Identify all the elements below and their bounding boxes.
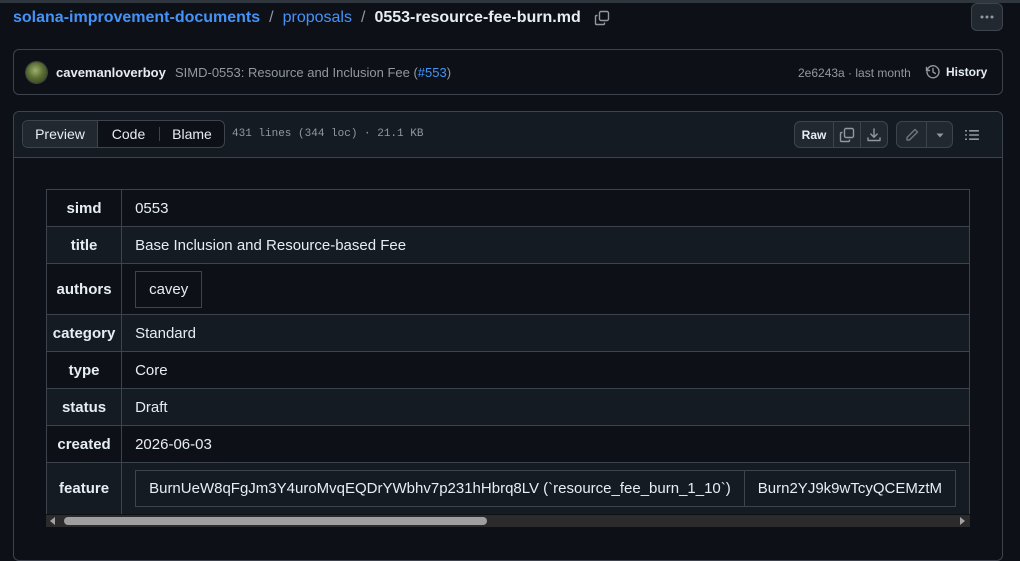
kebab-horizontal-icon: [980, 15, 994, 19]
row-key: type: [46, 351, 123, 389]
history-button[interactable]: History: [925, 64, 987, 80]
triangle-down-icon: [936, 133, 943, 137]
scroll-right-arrow-icon[interactable]: [960, 517, 965, 525]
row-value: Core: [121, 351, 970, 389]
list-unordered-icon: [965, 129, 979, 140]
breadcrumb-separator: /: [360, 9, 366, 26]
tab-blame[interactable]: Blame: [160, 121, 224, 147]
table-row: authors cavey: [46, 263, 970, 315]
file-header: Preview Code Blame 431 lines (344 loc) ·…: [14, 112, 1002, 158]
row-key: created: [46, 425, 123, 463]
latest-commit-bar: cavemanloverboy SIMD-0553: Resource and …: [13, 49, 1003, 95]
authors-inner-table: cavey: [135, 270, 203, 308]
row-value: Base Inclusion and Resource-based Fee: [121, 226, 970, 264]
copy-icon: [594, 10, 609, 26]
breadcrumb: solana-improvement-documents / proposals…: [13, 8, 611, 28]
tab-preview[interactable]: Preview: [23, 121, 98, 147]
metadata-table-container[interactable]: simd 0553 title Base Inclusion and Resou…: [46, 189, 970, 514]
breadcrumb-repo-link[interactable]: solana-improvement-documents: [13, 9, 260, 27]
edit-button-group: [896, 121, 953, 148]
view-mode-toggle: Preview Code Blame: [22, 120, 225, 148]
row-value: Draft: [121, 388, 970, 426]
pencil-icon: [905, 128, 918, 141]
table-row: simd 0553: [46, 189, 970, 227]
commit-meta[interactable]: 2e6243a · last month: [798, 66, 911, 80]
history-label: History: [946, 65, 988, 79]
file-viewer: Preview Code Blame 431 lines (344 loc) ·…: [13, 111, 1003, 561]
feature-id: BurnUeW8qFgJm3Y4uroMvqEQDrYWbhv7p231hHbr…: [135, 470, 745, 507]
copy-path-button[interactable]: [593, 9, 611, 27]
history-icon: [925, 65, 940, 79]
row-key: category: [46, 314, 123, 352]
row-key: authors: [46, 263, 123, 315]
row-key: feature: [46, 462, 123, 514]
breadcrumb-file-name: 0553-resource-fee-burn.md: [374, 9, 581, 26]
feature-inner-table: BurnUeW8qFgJm3Y4uroMvqEQDrYWbhv7p231hHbr…: [135, 470, 957, 507]
breadcrumb-separator: /: [269, 9, 274, 26]
top-border: [0, 0, 1020, 3]
file-info: 431 lines (344 loc) · 21.1 KB: [232, 128, 424, 140]
commit-message[interactable]: SIMD-0553: Resource and Inclusion Fee (#…: [175, 65, 451, 80]
row-value: 2026-06-03: [121, 425, 970, 463]
more-options-button[interactable]: [971, 3, 1003, 31]
table-row: category Standard: [46, 314, 970, 352]
edit-file-button[interactable]: [897, 122, 926, 147]
row-value: Standard: [121, 314, 970, 352]
copy-icon: [839, 127, 855, 142]
edit-dropdown-button[interactable]: [926, 122, 952, 147]
download-button[interactable]: [860, 122, 887, 147]
author-name: cavey: [135, 270, 203, 308]
table-row: feature BurnUeW8qFgJm3Y4uroMvqEQDrYWbhv7…: [46, 462, 970, 514]
pull-request-link[interactable]: #553: [418, 65, 447, 80]
copy-raw-button[interactable]: [833, 122, 860, 147]
scroll-left-arrow-icon[interactable]: [50, 517, 55, 525]
row-value-cell: cavey: [121, 263, 970, 315]
row-value-cell: BurnUeW8qFgJm3Y4uroMvqEQDrYWbhv7p231hHbr…: [121, 462, 970, 514]
row-value: 0553: [121, 189, 970, 227]
raw-label: Raw: [801, 127, 827, 142]
table-row: type Core: [46, 351, 970, 389]
table-row: status Draft: [46, 388, 970, 426]
scrollbar-thumb[interactable]: [64, 517, 487, 525]
table-row: title Base Inclusion and Resource-based …: [46, 226, 970, 264]
feature-id: Burn2YJ9k9wTcyQCEMztM: [743, 470, 957, 507]
outline-button[interactable]: [958, 122, 986, 147]
raw-button[interactable]: Raw: [795, 122, 833, 147]
breadcrumb-folder-link[interactable]: proposals: [283, 9, 352, 27]
commit-message-text: SIMD-0553: Resource and Inclusion Fee (: [175, 65, 418, 80]
row-key: title: [46, 226, 123, 264]
horizontal-scrollbar[interactable]: [46, 515, 970, 527]
table-row: created 2026-06-03: [46, 425, 970, 463]
metadata-table: simd 0553 title Base Inclusion and Resou…: [46, 189, 970, 514]
avatar[interactable]: [26, 62, 47, 83]
commit-author-link[interactable]: cavemanloverboy: [56, 65, 166, 80]
raw-copy-download-group: Raw: [794, 121, 888, 148]
commit-message-suffix: ): [446, 65, 452, 80]
row-key: simd: [46, 189, 123, 227]
tab-code[interactable]: Code: [98, 121, 159, 147]
row-key: status: [46, 388, 123, 426]
download-icon: [867, 127, 881, 141]
